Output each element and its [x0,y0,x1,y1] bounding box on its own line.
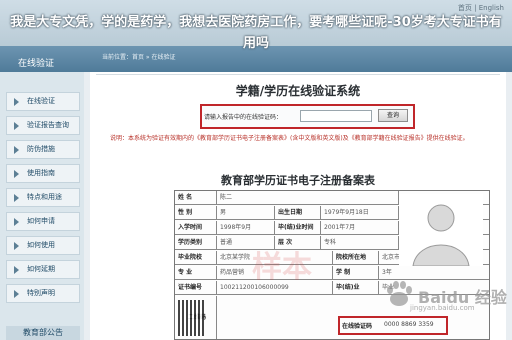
qr-code-icon [178,300,204,336]
arrow-icon [14,290,19,298]
search-label: 请输入报告中的在线验证码： [204,114,283,121]
cell-value: 1998年9月 [217,221,275,235]
query-button[interactable]: 查询 [378,109,408,122]
cell-value: 2001年7月 [321,221,399,235]
page-title: 学籍/学历在线验证系统 [235,84,361,98]
cell-label: 出生日期 [275,206,321,220]
arrow-icon [14,266,19,274]
cell-label: 院校所在地 [333,251,379,265]
arrow-icon [14,194,19,202]
person-photo-icon [399,194,483,267]
verify-code-highlight: 在线验证码 0000 8869 3359 [338,316,448,335]
cell-label: 毕(结)业时间 [275,221,321,235]
description-note: 说明：本系统为验证有效期内的《教育部学历证书电子注册备案表》(含中文版和英文版)… [110,135,469,142]
certificate-title: 教育部学历证书电子注册备案表 [221,174,375,187]
arrow-icon [14,98,19,106]
divider [96,74,500,75]
sidebar-item-features[interactable]: 特点和用途 [6,188,80,207]
sidebar-item-online-verify[interactable]: 在线验证 [6,92,80,111]
logo-url: jingyan.baidu.com [410,304,475,312]
cell-label: 毕业院校 [175,251,217,265]
sidebar-item-apply[interactable]: 如何申请 [6,212,80,231]
sidebar-item-extend[interactable]: 如何延期 [6,260,80,279]
arrow-icon [14,146,19,154]
sidebar-item-anti-fake[interactable]: 防伪措施 [6,140,80,159]
sidebar-item-guide[interactable]: 使用指南 [6,164,80,183]
cell-label: 入学时间 [175,221,217,235]
arrow-icon [14,170,19,178]
cell-value: 3年 [379,266,489,280]
cell-label: 专 业 [175,266,217,280]
cell-value: 陈二 [217,191,399,205]
arrow-icon [14,122,19,130]
verify-code-value: 0000 8869 3359 [384,321,434,328]
sidebar-item-use[interactable]: 如何使用 [6,236,80,255]
cell-value: 专科 [321,236,399,250]
verify-code-label: 在线验证码 [342,323,373,330]
sidebar-item-report-query[interactable]: 验证报告查询 [6,116,80,135]
sidebar-item-statement[interactable]: 特别声明 [6,284,80,303]
table-row: 专 业 药品营销 学 制 3年 [175,266,489,280]
watermark: 样本 [252,250,312,285]
id-photo [399,194,483,267]
cell-value: 1979年9月18日 [321,206,399,220]
cell-label: 学历类别 [175,236,217,250]
cell-value: 男 [217,206,275,220]
cell-label: 性 别 [175,206,217,220]
verify-code-input[interactable] [300,110,372,122]
cell-label: 学 制 [333,266,379,280]
arrow-icon [14,218,19,226]
arrow-icon [14,242,19,250]
headline-overlay: 我是大专文凭，学的是药学，我想去医院药房工作，要考哪些证呢-30岁考大专证书有用… [10,15,502,51]
cell-label: 证书编号 [175,281,217,295]
cell-label: 姓 名 [175,191,217,205]
cell-label: 毕(结)业 [333,281,379,295]
sidebar-announcement[interactable]: 教育部公告 [6,326,80,340]
sidebar-title: 在线验证 [18,59,55,69]
